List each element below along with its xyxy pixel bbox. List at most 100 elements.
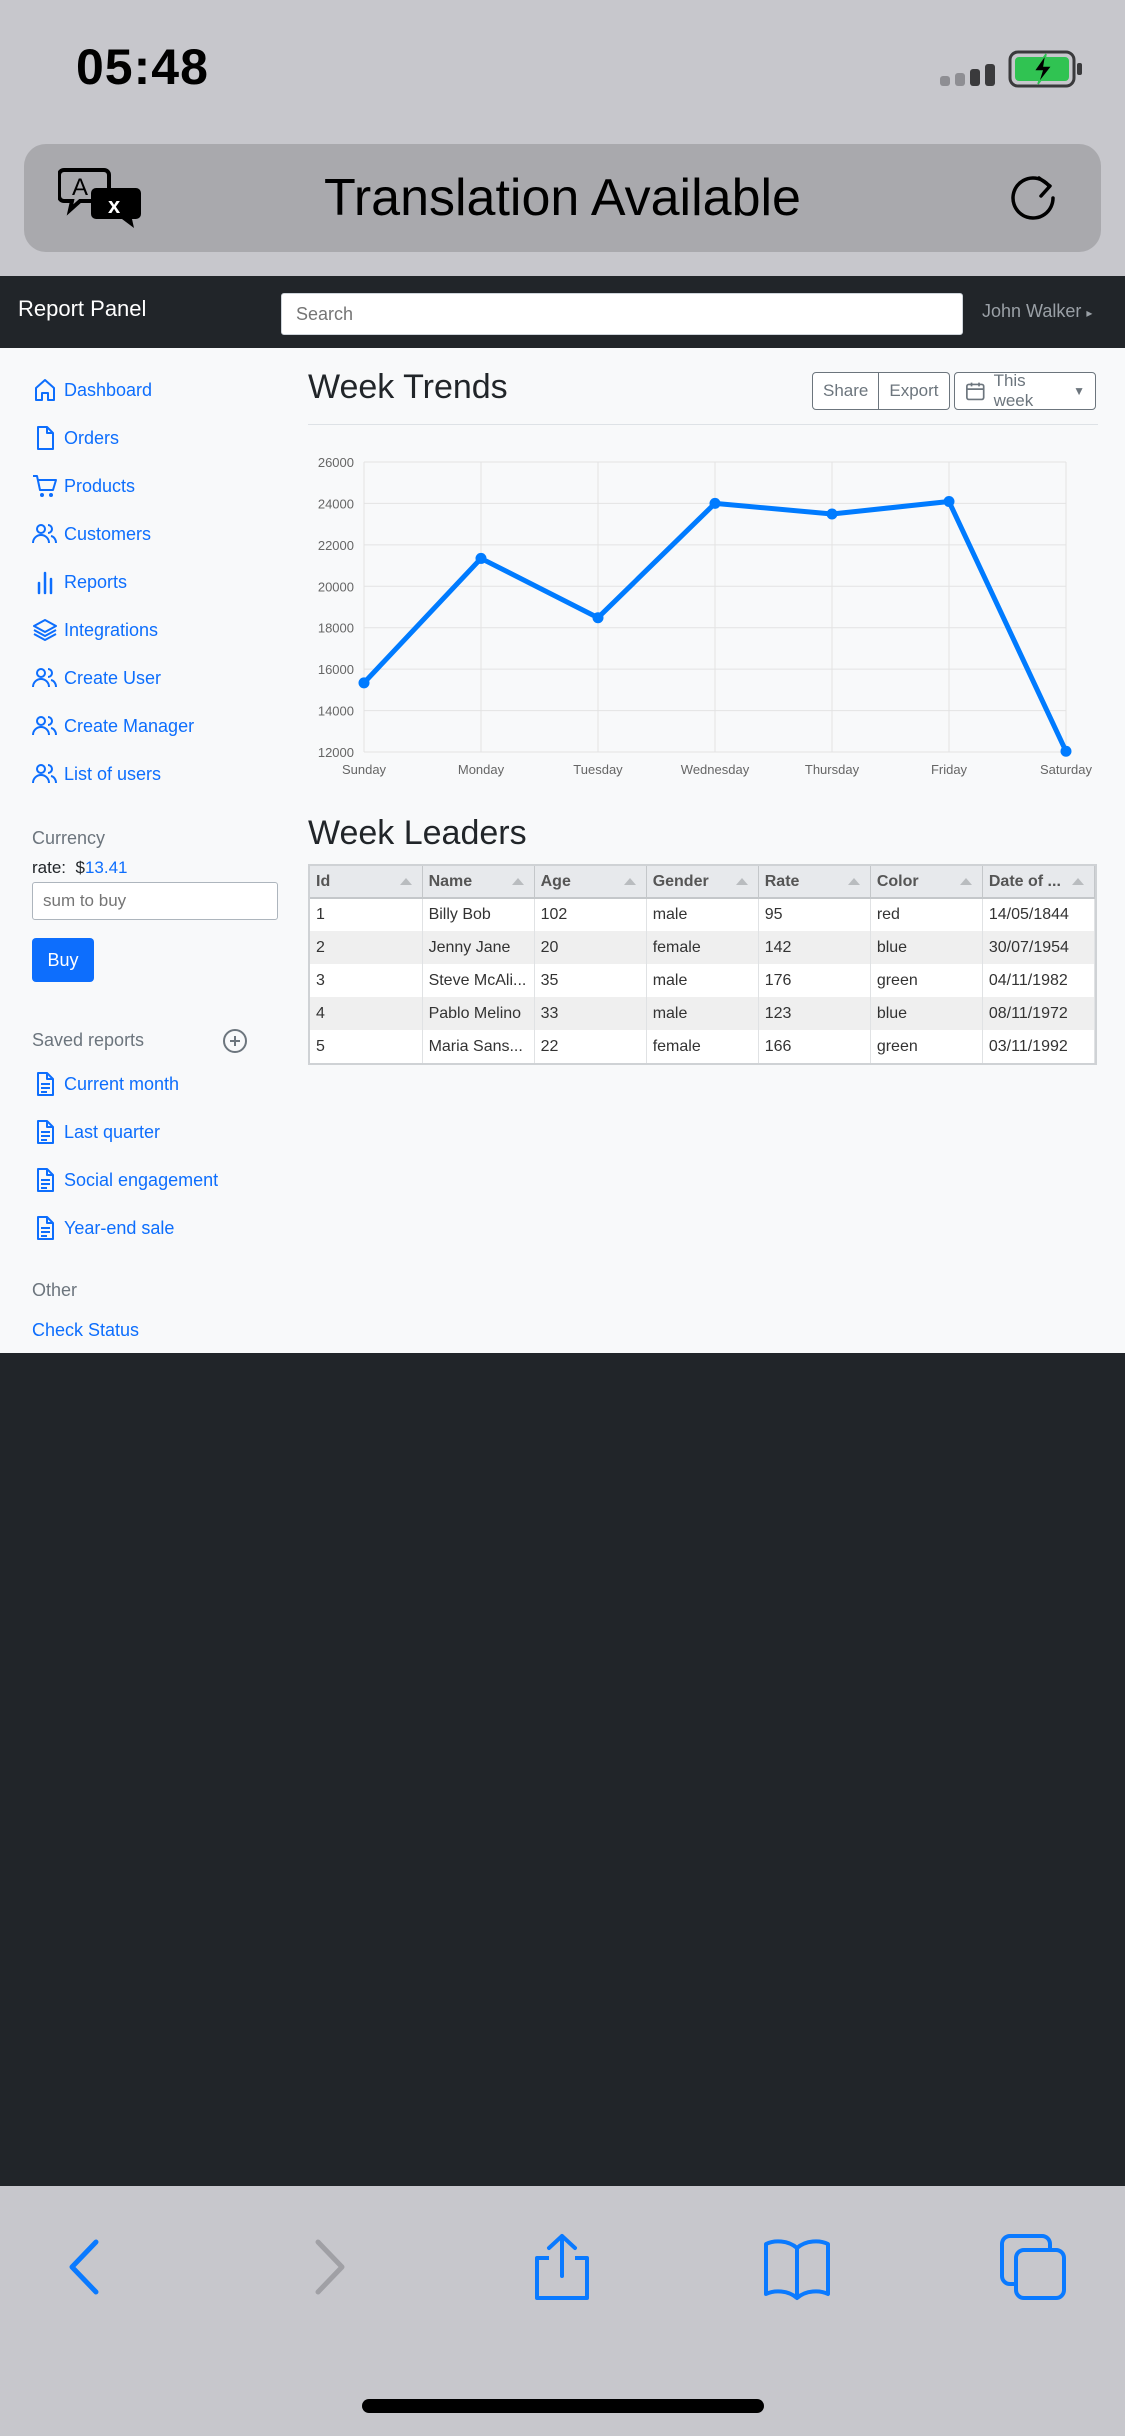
user-menu[interactable]: John Walker ▸ <box>982 301 1092 322</box>
column-header-label: Id <box>316 872 331 890</box>
sidebar-item-products[interactable]: Products <box>32 470 135 502</box>
column-header-gender[interactable]: Gender <box>646 866 759 899</box>
back-icon[interactable] <box>52 2232 122 2302</box>
x-tick-label: Monday <box>458 762 505 777</box>
table-row[interactable]: 4 Pablo Melino 33 male 123 blue 08/11/19… <box>310 997 1096 1030</box>
add-report-icon[interactable] <box>222 1028 248 1054</box>
y-tick-label: 14000 <box>318 704 354 719</box>
column-header-label: Date of ... <box>988 872 1061 890</box>
rate-symbol: $ <box>75 858 85 877</box>
table-cell: male <box>646 997 759 1030</box>
sidebar-item-label: List of users <box>64 763 162 784</box>
column-header-label: Age <box>540 872 571 890</box>
sidebar-item-list-of-users[interactable]: List of users <box>32 758 161 790</box>
table-cell: green <box>870 1030 983 1063</box>
file-text-icon <box>37 1120 54 1144</box>
saved-report-last-quarter[interactable]: Last quarter <box>32 1116 160 1148</box>
table-cell: 102 <box>534 898 647 931</box>
table-cell: 95 <box>758 898 871 931</box>
table-row[interactable]: 5 Maria Sans... 22 female 166 green 03/1… <box>310 1030 1096 1063</box>
saved-report-label: Social engagement <box>64 1169 219 1190</box>
chevron-down-icon: ▼ <box>1073 384 1085 398</box>
table-row[interactable]: 3 Steve McAli... 35 male 176 green 04/11… <box>310 964 1096 997</box>
share-export-group: Share Export <box>812 372 950 410</box>
y-tick-label: 16000 <box>318 662 354 677</box>
search-input[interactable] <box>281 293 963 335</box>
table-cell: 176 <box>758 964 871 997</box>
tabs-icon[interactable] <box>998 2232 1068 2302</box>
battery-charging-icon <box>1008 50 1082 88</box>
other-heading: Other <box>32 1280 78 1300</box>
check-status-link[interactable]: Check Status <box>32 1320 139 1341</box>
title-divider <box>308 424 1098 425</box>
table-cell: 3 <box>310 964 423 997</box>
table-cell: 2 <box>310 931 423 964</box>
table-cell: green <box>870 964 983 997</box>
share-icon[interactable] <box>527 2232 597 2302</box>
currency-rate: rate: $13.41 <box>32 858 128 878</box>
saved-report-current-month[interactable]: Current month <box>32 1068 179 1100</box>
sidebar-item-create-manager[interactable]: Create Manager <box>32 710 194 742</box>
home-indicator <box>362 2399 764 2413</box>
reload-icon[interactable] <box>1005 170 1061 226</box>
data-point <box>592 612 604 624</box>
sort-arrow-icon <box>735 878 748 885</box>
browser-toolbar <box>0 2186 1125 2436</box>
table-row[interactable]: 1 Billy Bob 102 male 95 red 14/05/1844 <box>310 898 1096 931</box>
translation-title: Translation Available <box>324 169 801 227</box>
column-header-name[interactable]: Name <box>422 866 535 899</box>
brand-title[interactable]: Report Panel <box>18 296 146 322</box>
week-leaders-title: Week Leaders <box>308 814 527 852</box>
column-header-rate[interactable]: Rate <box>758 866 871 899</box>
leaders-table: Id Name Age Gender Rate Color Date of ..… <box>308 864 1097 1065</box>
sidebar-item-customers[interactable]: Customers <box>32 518 151 550</box>
table-cell: 04/11/1982 <box>982 964 1096 997</box>
sum-to-buy-input[interactable] <box>32 882 278 920</box>
data-point <box>826 508 838 520</box>
period-dropdown[interactable]: This week ▼ <box>954 371 1096 410</box>
table-cell: 20 <box>534 931 647 964</box>
translation-bar[interactable]: A x Translation Available <box>24 144 1101 252</box>
data-point <box>943 496 955 508</box>
table-cell: 5 <box>310 1030 423 1063</box>
y-tick-label: 18000 <box>318 621 354 636</box>
column-header-age[interactable]: Age <box>534 866 647 899</box>
translation-bar-area: A x Translation Available <box>0 140 1125 276</box>
sidebar-item-dashboard[interactable]: Dashboard <box>32 374 152 406</box>
sidebar-item-orders[interactable]: Orders <box>32 422 119 454</box>
table-cell: 142 <box>758 931 871 964</box>
saved-report-social-engagement[interactable]: Social engagement <box>32 1164 218 1196</box>
sidebar-item-reports[interactable]: Reports <box>32 566 127 598</box>
app-navbar: Report Panel John Walker ▸ <box>0 276 1125 348</box>
home-icon <box>35 379 55 401</box>
export-button[interactable]: Export <box>879 372 950 410</box>
bookmarks-icon[interactable] <box>762 2232 832 2302</box>
forward-icon <box>315 2239 345 2295</box>
sort-arrow-icon <box>623 878 636 885</box>
table-cell: 1 <box>310 898 423 931</box>
table-cell: male <box>646 964 759 997</box>
column-header-id[interactable]: Id <box>310 866 423 899</box>
table-cell: blue <box>870 997 983 1030</box>
x-tick-label: Thursday <box>805 762 860 777</box>
column-header-date[interactable]: Date of ... <box>982 866 1096 899</box>
data-point <box>475 552 487 564</box>
saved-report-year-end-sale[interactable]: Year-end sale <box>32 1212 174 1244</box>
table-row[interactable]: 2 Jenny Jane 20 female 142 blue 30/07/19… <box>310 931 1096 964</box>
column-header-label: Gender <box>652 872 709 890</box>
sidebar-item-label: Create User <box>64 667 162 688</box>
table-cell: Billy Bob <box>422 898 535 931</box>
rate-value: 13.41 <box>84 858 128 877</box>
y-tick-label: 12000 <box>318 745 354 760</box>
column-header-color[interactable]: Color <box>870 866 983 899</box>
sidebar-item-integrations[interactable]: Integrations <box>32 614 158 646</box>
table-cell: 22 <box>534 1030 647 1063</box>
buy-button[interactable]: Buy <box>32 938 94 982</box>
share-button[interactable]: Share <box>812 372 880 410</box>
user-menu-caret-icon: ▸ <box>1086 306 1093 320</box>
sidebar-item-create-user[interactable]: Create User <box>32 662 161 694</box>
table-cell: 33 <box>534 997 647 1030</box>
week-trends-title: Week Trends <box>308 368 508 406</box>
data-point <box>709 497 721 509</box>
column-header-label: Color <box>876 872 919 890</box>
